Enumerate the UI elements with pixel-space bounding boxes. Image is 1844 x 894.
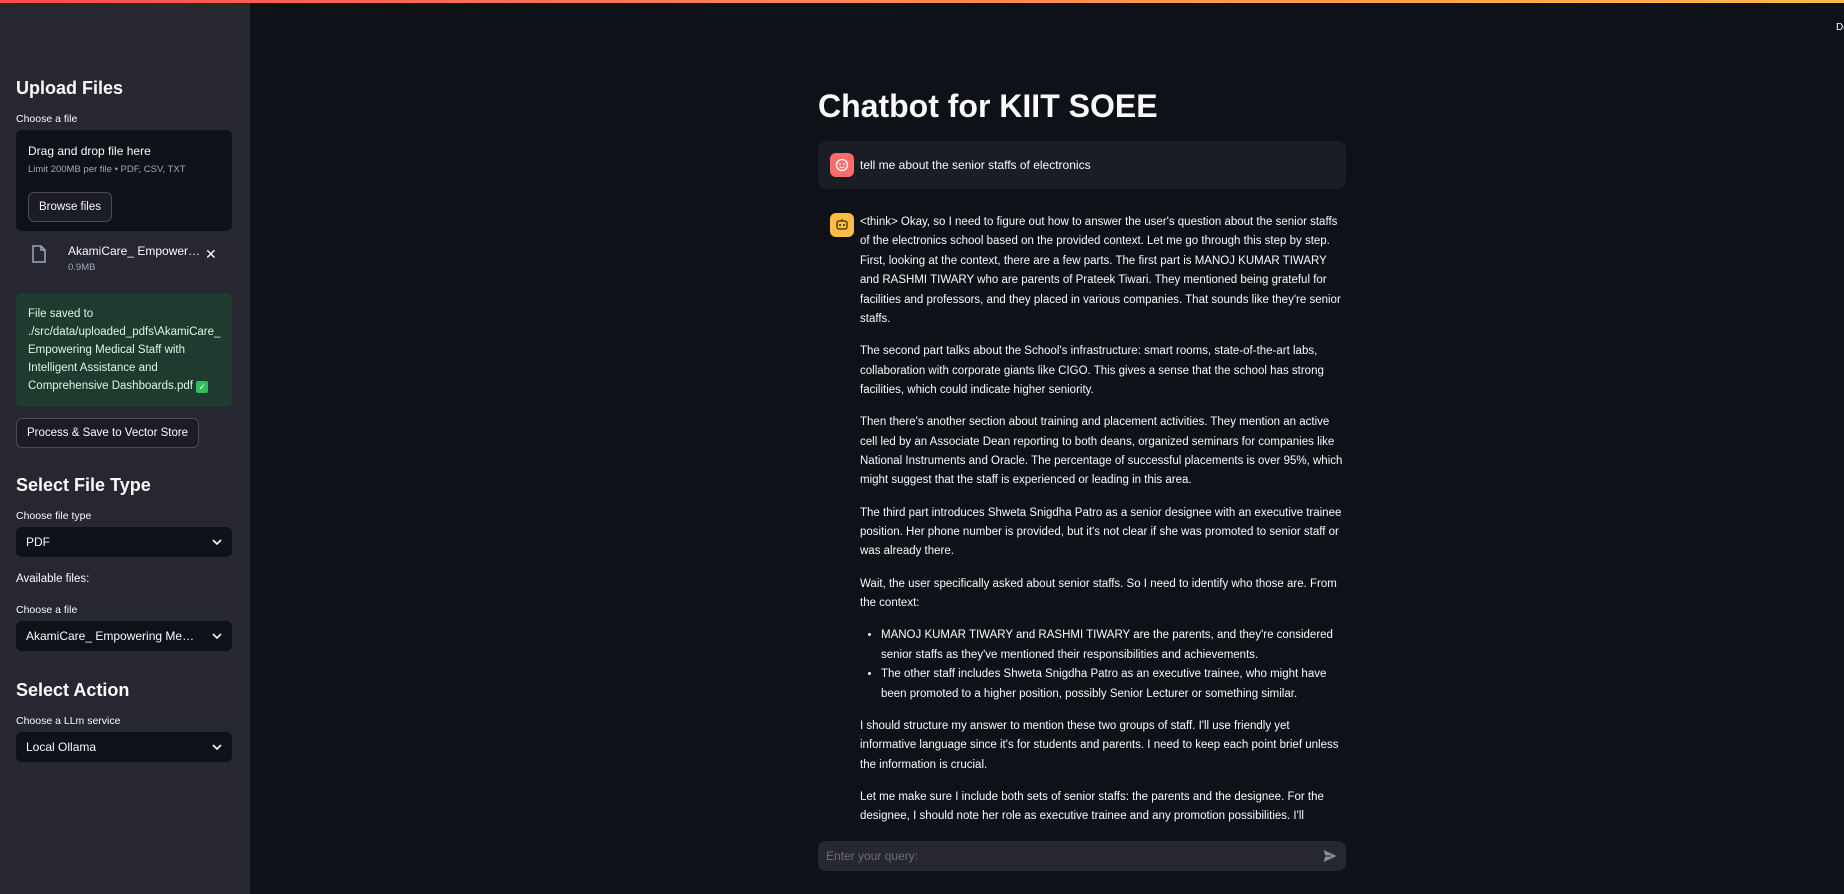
available-file-select[interactable]: AkamiCare_ Empowering Medic... <box>16 621 232 651</box>
check-icon: ✓ <box>196 381 209 393</box>
alert-line: Intelligent Assistance and <box>28 362 158 374</box>
user-message: tell me about the senior staffs of elect… <box>818 141 1346 189</box>
alert-line: Comprehensive Dashboards.pdf ✓ <box>28 377 220 395</box>
upload-label: Choose a file <box>16 113 78 125</box>
alert-line: ./src/data/uploaded_pdfs\AkamiCare_ <box>28 326 221 338</box>
llm-service-select[interactable]: Local Ollama <box>16 732 232 762</box>
file-type-select[interactable]: PDF <box>16 527 232 557</box>
file-icon <box>32 245 46 263</box>
dropzone-title: Drag and drop file here <box>28 144 151 158</box>
send-icon[interactable] <box>1322 848 1338 864</box>
query-input[interactable] <box>826 841 1306 871</box>
chevron-down-icon <box>212 633 222 640</box>
smiley-face-icon <box>830 153 854 177</box>
chevron-down-icon <box>212 744 222 751</box>
answer-paragraph: The third part introduces Shweta Snigdha… <box>860 506 1342 558</box>
process-save-button[interactable]: Process & Save to Vector Store <box>16 418 200 448</box>
answer-paragraph: First, looking at the context, there are… <box>860 254 1341 326</box>
assistant-message: <think> Okay, so I need to figure out ho… <box>860 213 1348 830</box>
file-type-label: Choose file type <box>16 510 92 522</box>
answer-paragraph: Let me make sure I include both sets of … <box>860 790 1341 830</box>
close-icon[interactable]: ✕ <box>205 246 217 263</box>
uploaded-file-size: 0.9MB <box>68 262 96 273</box>
choose-file-label: Choose a file <box>16 604 78 616</box>
dropzone-limit: Limit 200MB per file • PDF, CSV, TXT <box>28 164 186 175</box>
file-saved-alert: File saved to ./src/data/uploaded_pdfs\A… <box>16 293 232 407</box>
uploaded-file-name: AkamiCare_ Empowerin... <box>68 244 202 258</box>
answer-paragraph: <think> Okay, so I need to figure out ho… <box>860 216 1338 248</box>
answer-paragraph: Wait, the user specifically asked about … <box>860 577 1337 610</box>
file-dropzone[interactable]: Drag and drop file here Limit 200MB per … <box>16 130 232 231</box>
alert-line: File saved to <box>28 308 94 320</box>
list-item: The other staff includes Shweta Snigdha … <box>881 665 1348 704</box>
upload-heading: Upload Files <box>16 78 124 98</box>
available-files-label: Available files: <box>16 573 90 585</box>
llm-service-label: Choose a LLm service <box>16 715 121 727</box>
chevron-down-icon <box>212 539 222 546</box>
alert-line: Empowering Medical Staff with <box>28 344 186 356</box>
page-title: Chatbot for KIIT SOEE <box>818 88 1158 124</box>
robot-icon <box>830 213 854 237</box>
answer-paragraph: Then there's another section about train… <box>860 416 1343 487</box>
browse-files-button[interactable]: Browse files <box>28 192 112 222</box>
user-message-text: tell me about the senior staffs of elect… <box>860 158 1091 172</box>
list-item: MANOJ KUMAR TIWARY and RASHMI TIWARY are… <box>881 626 1348 665</box>
top-decoration-bar <box>0 0 1844 3</box>
chat-input-bar <box>818 841 1346 871</box>
answer-paragraph: The second part talks about the School's… <box>860 345 1324 397</box>
deploy-button[interactable]: Deploy <box>1836 22 1844 33</box>
sidebar: Upload Files Choose a file Drag and drop… <box>0 3 250 894</box>
file-type-heading: Select File Type <box>16 475 151 495</box>
answer-list: MANOJ KUMAR TIWARY and RASHMI TIWARY are… <box>881 626 1348 704</box>
answer-paragraph: I should structure my answer to mention … <box>860 719 1339 771</box>
uploaded-file-row: AkamiCare_ Empowerin... 0.9MB ✕ <box>16 240 232 278</box>
action-heading: Select Action <box>16 680 130 700</box>
